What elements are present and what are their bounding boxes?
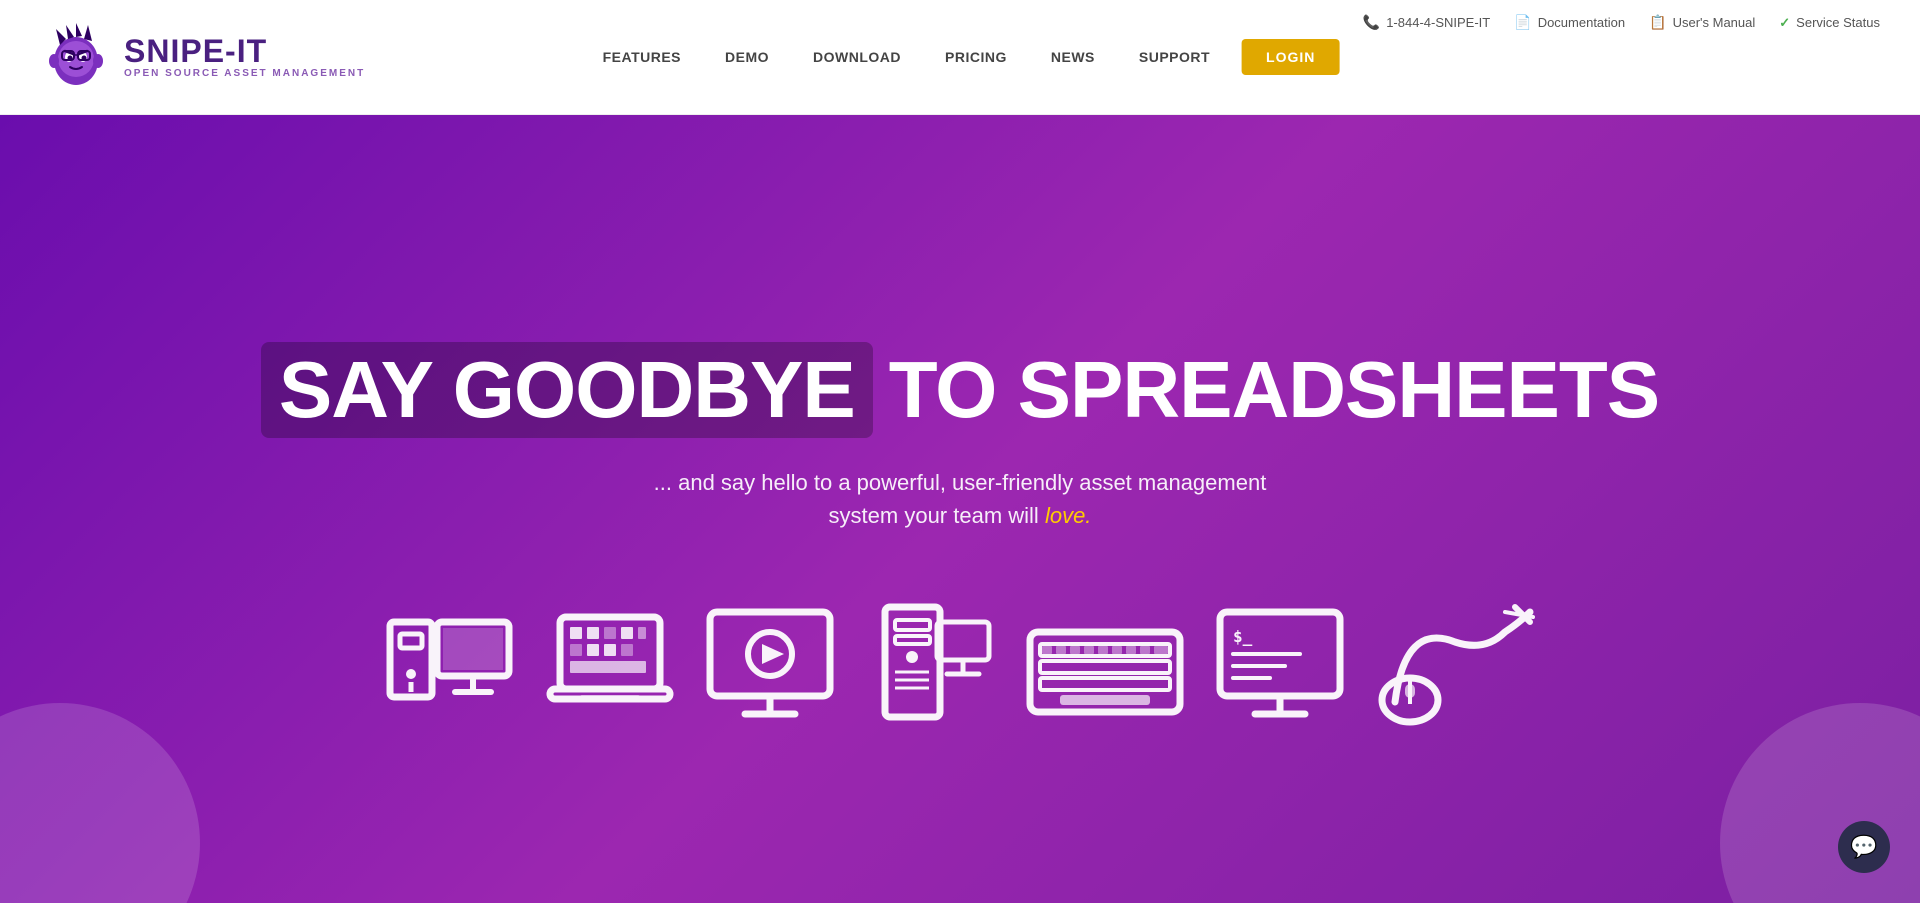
logo-tagline: OPEN SOURCE ASSET MANAGEMENT (124, 69, 365, 79)
phone-link[interactable]: 📞 1-844-4-SNIPE-IT (1363, 14, 1490, 31)
laptop-pixel-icon (545, 602, 675, 737)
users-manual-link[interactable]: 📋 User's Manual (1649, 14, 1755, 31)
logo-mascot-icon (40, 21, 112, 93)
logo-name: SNIPE-IT (124, 35, 365, 67)
keyboard-mouse-icon (1025, 602, 1185, 737)
logo-link[interactable]: SNIPE-IT OPEN SOURCE ASSET MANAGEMENT (40, 21, 365, 93)
phone-icon: 📞 (1363, 14, 1380, 31)
hero-section: SAY GOODBYE TO SPREADSHEETS ... and say … (0, 115, 1920, 903)
headline-highlight: SAY GOODBYE (261, 342, 873, 438)
hero-icons-row: $_ (385, 602, 1535, 737)
nav-features[interactable]: FEATURES (581, 49, 703, 65)
svg-text:$_: $_ (1233, 627, 1253, 646)
book-icon: 📄 (1514, 14, 1531, 31)
nav-support[interactable]: SUPPORT (1117, 49, 1232, 65)
phone-number: 1-844-4-SNIPE-IT (1386, 15, 1490, 30)
documentation-label: Documentation (1538, 15, 1625, 30)
users-manual-label: User's Manual (1673, 15, 1756, 30)
header: 📞 1-844-4-SNIPE-IT 📄 Documentation 📋 Use… (0, 0, 1920, 115)
chat-icon: 💬 (1850, 834, 1877, 860)
hero-subtitle: ... and say hello to a powerful, user-fr… (620, 466, 1300, 532)
logo-text: SNIPE-IT OPEN SOURCE ASSET MANAGEMENT (124, 35, 365, 79)
bottom-right-circle (1720, 703, 1920, 903)
hero-headline: SAY GOODBYE TO SPREADSHEETS (261, 342, 1659, 438)
chat-bubble-button[interactable]: 💬 (1838, 821, 1890, 873)
login-button[interactable]: LOGIN (1242, 39, 1339, 75)
monitor-play-icon (705, 602, 835, 737)
service-status-link[interactable]: ✓ Service Status (1779, 15, 1880, 31)
utility-bar: 📞 1-844-4-SNIPE-IT 📄 Documentation 📋 Use… (1363, 14, 1880, 31)
hero-love-word: love. (1045, 503, 1091, 528)
mouse-cable-icon (1375, 602, 1535, 737)
nav-download[interactable]: DOWNLOAD (791, 49, 923, 65)
tower-pc-icon (865, 602, 995, 737)
bottom-left-circle (0, 703, 200, 903)
main-nav: FEATURES DEMO DOWNLOAD PRICING NEWS SUPP… (581, 39, 1340, 75)
terminal-monitor-icon: $_ (1215, 602, 1345, 737)
service-status-label: Service Status (1796, 15, 1880, 30)
nav-pricing[interactable]: PRICING (923, 49, 1029, 65)
nav-news[interactable]: NEWS (1029, 49, 1117, 65)
nav-demo[interactable]: DEMO (703, 49, 791, 65)
manual-icon: 📋 (1649, 14, 1666, 31)
documentation-link[interactable]: 📄 Documentation (1514, 14, 1625, 31)
check-icon: ✓ (1779, 15, 1790, 31)
desktop-monitor-icon (385, 602, 515, 737)
